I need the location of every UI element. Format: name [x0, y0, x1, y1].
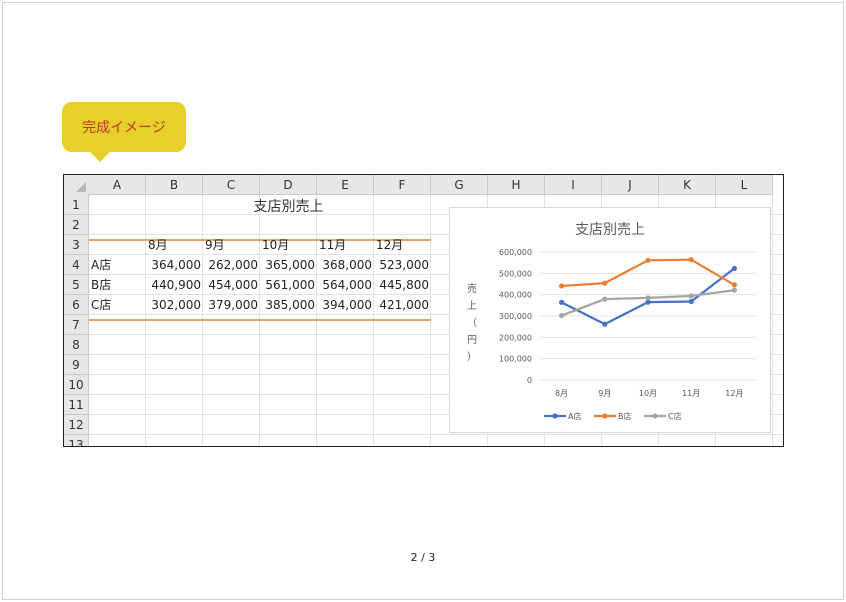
data-point [688, 293, 694, 299]
sales-value-cell[interactable]: 454,000 [203, 275, 260, 295]
y-axis-label: 円 [467, 335, 477, 346]
grid-line [89, 434, 783, 435]
row-header-2[interactable]: 2 [64, 215, 89, 235]
chart-svg: 支店別売上 0 100,000 200,000 300,000 400,000 500,00… [467, 222, 756, 421]
legend-marker [552, 413, 558, 419]
row-header-9[interactable]: 9 [64, 355, 89, 375]
x-tick-label: 12月 [725, 389, 743, 398]
data-point [731, 265, 737, 272]
table-bottom-border [89, 319, 431, 321]
y-axis-label: （ [467, 317, 477, 329]
y-axis-label: ） [467, 351, 477, 363]
legend-marker [652, 413, 658, 419]
y-tick-label: 300,000 [499, 312, 532, 321]
column-header-h[interactable]: H [488, 175, 545, 195]
sales-value-cell[interactable]: 421,000 [374, 295, 431, 315]
completion-image-callout: 完成イメージ [62, 102, 186, 162]
month-header-cell[interactable]: 12月 [374, 235, 431, 255]
column-header-d[interactable]: D [260, 175, 317, 195]
sales-value-cell[interactable]: 445,800 [374, 275, 431, 295]
x-tick-label: 8月 [555, 389, 568, 398]
column-header-k[interactable]: K [659, 175, 716, 195]
y-tick-label: 100,000 [499, 355, 532, 364]
column-header-a[interactable]: A [89, 175, 146, 195]
y-axis-label: 上 [467, 300, 477, 312]
y-tick-label: 400,000 [499, 291, 532, 300]
sales-value-cell[interactable]: 561,000 [260, 275, 317, 295]
sales-value-cell[interactable]: 364,000 [146, 255, 203, 275]
sales-value-cell[interactable]: 394,000 [317, 295, 374, 315]
sales-value-cell[interactable]: 564,000 [317, 275, 374, 295]
y-tick-label: 500,000 [499, 269, 532, 278]
row-header-12[interactable]: 12 [64, 415, 89, 435]
sales-value-cell[interactable]: 262,000 [203, 255, 260, 275]
data-point [688, 257, 694, 263]
branch-name-cell[interactable]: C店 [89, 295, 146, 315]
callout-label: 完成イメージ [82, 120, 166, 136]
sales-value-cell[interactable]: 302,000 [146, 295, 203, 315]
data-point [602, 296, 608, 302]
data-point [559, 312, 565, 319]
column-header-b[interactable]: B [146, 175, 203, 195]
x-tick-label: 10月 [639, 389, 657, 398]
select-all-corner[interactable] [64, 175, 90, 196]
column-header-j[interactable]: J [602, 175, 659, 195]
sales-value-cell[interactable]: 523,000 [374, 255, 431, 275]
month-header-cell[interactable]: 11月 [317, 235, 374, 255]
data-point [559, 299, 565, 305]
spreadsheet: ABCDEFGHIJKL 1 2 3 4 5 6 7 8 9 10 11 12 13 支店別売上 8月 9… [63, 174, 784, 447]
sales-value-cell[interactable]: 379,000 [203, 295, 260, 315]
sales-value-cell[interactable]: 365,000 [260, 255, 317, 275]
table-title: 支店別売上 [253, 199, 324, 215]
data-point [688, 298, 694, 305]
column-header-i[interactable]: I [545, 175, 602, 195]
page-number: 2 / 3 [410, 551, 436, 564]
y-tick-label: 600,000 [499, 248, 532, 257]
line-chart[interactable]: 支店別売上 0 100,000 200,000 300,000 400,000 500,00… [449, 207, 771, 433]
legend-marker [602, 413, 608, 419]
month-header-cell[interactable]: 8月 [146, 235, 203, 255]
column-header-c[interactable]: C [203, 175, 260, 195]
grid-line [772, 195, 773, 446]
y-tick-label: 200,000 [499, 333, 532, 342]
column-header-f[interactable]: F [374, 175, 431, 195]
column-header-l[interactable]: L [716, 175, 773, 195]
row-header-11[interactable]: 11 [64, 395, 89, 415]
data-point [645, 295, 651, 301]
data-point [602, 321, 608, 327]
row-header-7[interactable]: 7 [64, 315, 89, 335]
row-header-4[interactable]: 4 [64, 255, 89, 275]
row-header-5[interactable]: 5 [64, 275, 89, 295]
row-header-8[interactable]: 8 [64, 335, 89, 355]
branch-name-cell[interactable]: B店 [89, 275, 146, 295]
row-header-1[interactable]: 1 [64, 195, 89, 215]
chart-title: 支店別売上 [575, 222, 645, 238]
sales-value-cell[interactable]: 440,900 [146, 275, 203, 295]
row-header-3[interactable]: 3 [64, 235, 89, 255]
column-header-e[interactable]: E [317, 175, 374, 195]
row-header-13[interactable]: 13 [64, 435, 89, 446]
branch-name-cell[interactable]: A店 [89, 255, 146, 275]
sales-value-cell[interactable]: 385,000 [260, 295, 317, 315]
legend-label: A店 [568, 411, 581, 421]
y-tick-label: 0 [527, 376, 532, 385]
x-tick-label: 9月 [598, 389, 611, 398]
month-header-cell[interactable]: 9月 [203, 235, 260, 255]
legend-label: B店 [618, 411, 632, 421]
data-point [602, 280, 608, 286]
row-header-6[interactable]: 6 [64, 295, 89, 315]
data-point [559, 283, 565, 289]
x-tick-label: 11月 [682, 389, 700, 398]
legend-label: C店 [668, 411, 682, 421]
data-point [731, 287, 737, 293]
data-point [731, 282, 737, 288]
column-header-g[interactable]: G [431, 175, 488, 195]
month-header-cell[interactable]: 10月 [260, 235, 317, 255]
sales-value-cell[interactable]: 368,000 [317, 255, 374, 275]
row-header-10[interactable]: 10 [64, 375, 89, 395]
data-point [645, 257, 651, 263]
y-axis-label: 売 [467, 282, 477, 295]
series-line [561, 258, 735, 288]
